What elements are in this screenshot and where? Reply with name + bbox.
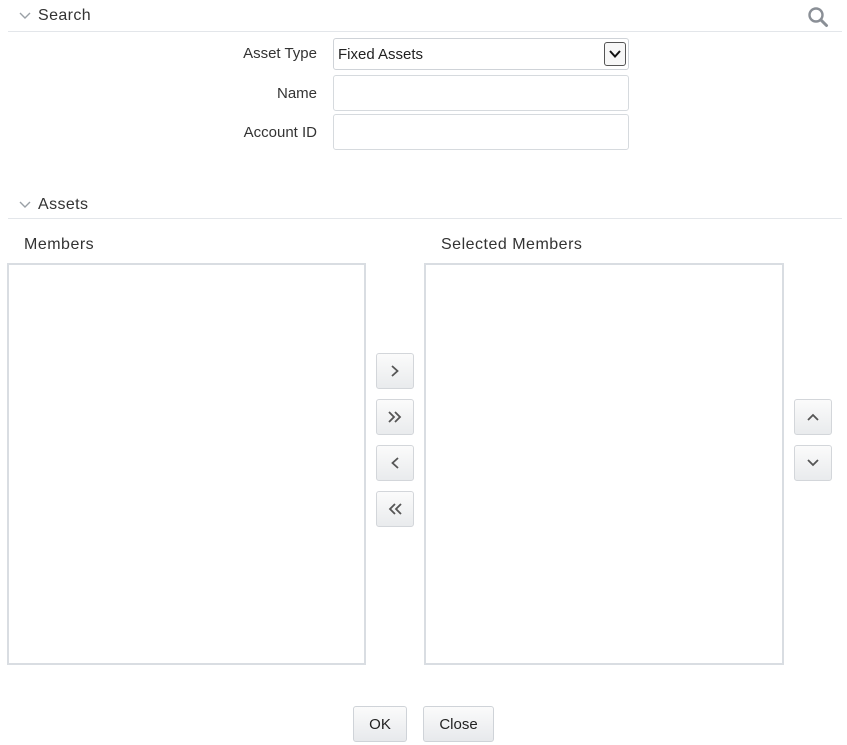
- move-left-button[interactable]: [376, 445, 414, 481]
- close-button[interactable]: Close: [423, 706, 494, 742]
- double-chevron-left-icon: [388, 503, 402, 515]
- search-icon[interactable]: [807, 6, 829, 28]
- search-divider: [8, 31, 842, 32]
- account-id-label: Account ID: [243, 124, 317, 141]
- name-label: Name: [276, 85, 317, 102]
- selected-members-label: Selected Members: [441, 236, 583, 253]
- chevron-down-icon: [18, 9, 32, 23]
- ok-button[interactable]: OK: [353, 706, 407, 742]
- search-section-toggle[interactable]: Search: [18, 5, 91, 27]
- chevron-left-icon: [391, 457, 399, 469]
- search-section-title: Search: [38, 7, 92, 24]
- move-all-left-button[interactable]: [376, 491, 414, 527]
- asset-type-value: Fixed Assets: [338, 45, 424, 63]
- move-all-right-button[interactable]: [376, 399, 414, 435]
- chevron-down-icon: [18, 198, 32, 212]
- members-label: Members: [24, 236, 95, 253]
- chevron-down-icon: [807, 459, 819, 467]
- selected-members-list[interactable]: [424, 263, 784, 665]
- assets-section-title: Assets: [38, 196, 89, 213]
- asset-type-label: Asset Type: [243, 45, 317, 62]
- asset-type-select[interactable]: Fixed Assets: [333, 38, 629, 70]
- account-id-input[interactable]: [333, 114, 629, 150]
- assets-divider: [8, 218, 842, 219]
- move-up-button[interactable]: [794, 399, 832, 435]
- move-down-button[interactable]: [794, 445, 832, 481]
- chevron-right-icon: [391, 365, 399, 377]
- move-right-button[interactable]: [376, 353, 414, 389]
- double-chevron-right-icon: [388, 411, 402, 423]
- chevron-down-icon[interactable]: [604, 42, 626, 66]
- members-list[interactable]: [7, 263, 366, 665]
- chevron-up-icon: [807, 413, 819, 421]
- name-input[interactable]: [333, 75, 629, 111]
- assets-section-toggle[interactable]: Assets: [18, 194, 88, 216]
